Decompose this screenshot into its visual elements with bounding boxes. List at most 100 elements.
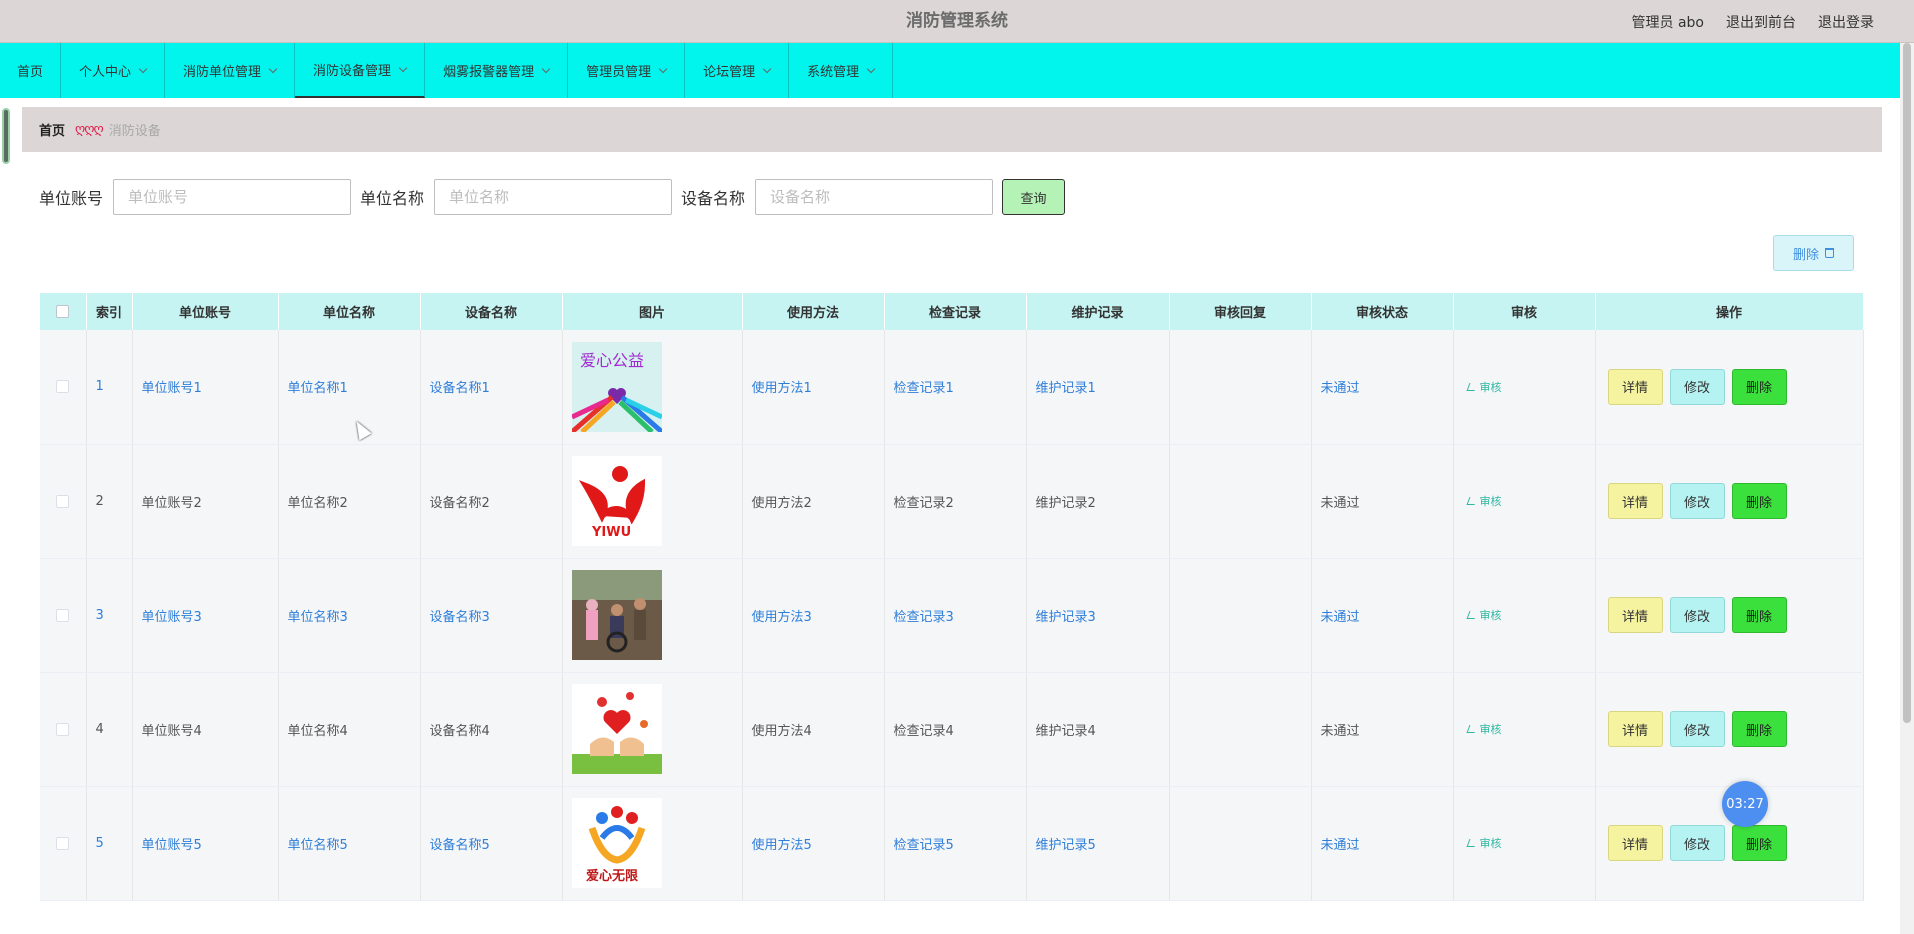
svg-text:YIWU: YIWU — [591, 525, 631, 540]
unit-search-input[interactable] — [434, 179, 673, 215]
query-button[interactable]: 查询 — [1002, 179, 1066, 215]
select-all-checkbox[interactable] — [56, 305, 70, 318]
audit-button[interactable]: 审核 — [1463, 721, 1502, 737]
nav-label: 论坛管理 — [703, 65, 756, 80]
cell-audit: 审核 — [1453, 672, 1596, 787]
chevron-down-icon — [268, 64, 278, 73]
cell-actions: 详情 修改 删除 — [1595, 558, 1864, 673]
cell-audit: 审核 — [1453, 330, 1596, 445]
cell-check: 检查记录4 — [884, 672, 1027, 787]
cell-status: 未通过 — [1311, 444, 1454, 559]
row-select-cell — [40, 330, 87, 445]
audit-button[interactable]: 审核 — [1463, 379, 1502, 395]
nav-item-device-management[interactable]: 消防设备管理 — [295, 43, 426, 98]
table-row[interactable]: 5 单位账号5 单位名称5 设备名称5 爱心无限 使用方法5 检查记录5 维护记录5 未通过 审核… — [40, 786, 1864, 901]
back-to-front-link[interactable]: 退出到前台 — [1726, 12, 1796, 32]
nav-label: 个人中心 — [79, 65, 132, 80]
cell-check: 检查记录1 — [884, 330, 1027, 445]
edit-pen-icon — [1466, 725, 1477, 733]
row-select-cell — [40, 672, 87, 787]
detail-button[interactable]: 详情 — [1607, 368, 1663, 405]
detail-button[interactable]: 详情 — [1607, 483, 1663, 519]
cell-index: 1 — [86, 330, 133, 445]
cell-account: 单位账号1 — [132, 330, 279, 445]
cell-unit: 单位名称4 — [278, 672, 421, 787]
cell-actions: 详情 修改 删除 — [1595, 330, 1864, 445]
nav-label: 首页 — [17, 65, 44, 80]
cell-check: 检查记录2 — [884, 444, 1027, 559]
table-row[interactable]: 1 单位账号1 单位名称1 设备名称1 爱心公益 使用方法1 检查记录1 维护记录1 未通过 审核… — [40, 330, 1864, 445]
cell-account: 单位账号2 — [132, 444, 279, 559]
cell-usage: 使用方法3 — [742, 558, 885, 673]
chevron-down-icon — [541, 64, 551, 73]
cell-status: 未通过 — [1311, 558, 1454, 673]
logout-link[interactable]: 退出登录 — [1818, 12, 1874, 32]
cell-status: 未通过 — [1311, 330, 1454, 445]
edit-button[interactable]: 修改 — [1669, 368, 1725, 405]
audit-button[interactable]: 审核 — [1463, 607, 1502, 623]
select-all-cell — [40, 293, 87, 330]
cell-account: 单位账号4 — [132, 672, 279, 787]
device-search-input[interactable] — [755, 179, 994, 215]
cell-index: 4 — [86, 672, 133, 787]
cell-maintain: 维护记录2 — [1026, 444, 1170, 559]
scrollbar-thumb[interactable] — [1903, 43, 1911, 723]
delete-button[interactable]: 删除 — [1731, 368, 1787, 405]
column-header: 检查记录 — [884, 293, 1027, 330]
audit-label: 审核 — [1479, 380, 1502, 394]
delete-button[interactable]: 删除 — [1731, 825, 1787, 861]
cell-index: 2 — [86, 444, 133, 559]
chevron-down-icon — [138, 64, 148, 73]
nav-item-admin-management[interactable]: 管理员管理 — [568, 43, 686, 98]
nav-item-forum-management[interactable]: 论坛管理 — [685, 43, 790, 98]
row-checkbox[interactable] — [56, 608, 70, 622]
row-checkbox[interactable] — [56, 494, 70, 508]
cell-device: 设备名称2 — [420, 444, 563, 559]
edit-button[interactable]: 修改 — [1669, 597, 1725, 633]
page-scrollbar[interactable] — [1900, 43, 1914, 934]
column-header: 图片 — [562, 293, 743, 330]
batch-delete-button[interactable]: 删除 — [1773, 235, 1854, 271]
side-scroll-handle[interactable] — [2, 108, 10, 164]
nav-label: 管理员管理 — [586, 65, 652, 80]
nav-item-unit-management[interactable]: 消防单位管理 — [165, 43, 296, 98]
column-header: 审核回复 — [1169, 293, 1312, 330]
nav-item-smoke-alarm-management[interactable]: 烟雾报警器管理 — [425, 43, 569, 98]
nav-item-home[interactable]: 首页 — [0, 43, 62, 98]
row-checkbox[interactable] — [56, 722, 70, 736]
delete-button[interactable]: 删除 — [1731, 711, 1787, 747]
column-header: 使用方法 — [742, 293, 885, 330]
cell-usage: 使用方法5 — [742, 786, 885, 901]
audit-button[interactable]: 审核 — [1463, 835, 1502, 851]
account-search-input[interactable] — [113, 179, 352, 215]
breadcrumb-home[interactable]: 首页 — [39, 120, 65, 139]
delete-button[interactable]: 删除 — [1731, 483, 1787, 519]
edit-button[interactable]: 修改 — [1669, 825, 1725, 861]
column-header: 审核 — [1453, 293, 1596, 330]
edit-button[interactable]: 修改 — [1669, 483, 1725, 519]
table-row[interactable]: 3 单位账号3 单位名称3 设备名称3 使用方法3 检查记录3 维护记录3 未通过 审核 详情 修改… — [40, 558, 1864, 673]
device-image: YIWU — [571, 456, 742, 546]
cell-actions: 详情 修改 删除 — [1595, 672, 1864, 787]
edit-button[interactable]: 修改 — [1669, 711, 1725, 747]
detail-button[interactable]: 详情 — [1607, 825, 1663, 861]
audit-button[interactable]: 审核 — [1463, 493, 1502, 509]
detail-button[interactable]: 详情 — [1607, 597, 1663, 633]
row-checkbox[interactable] — [56, 380, 70, 394]
nav-item-personal[interactable]: 个人中心 — [61, 43, 166, 98]
table-row[interactable]: 2 单位账号2 单位名称2 设备名称2 YIWU 使用方法2 检查记录2 维护记录2 未通过 审核… — [40, 444, 1864, 559]
cell-image: 爱心无限 — [562, 786, 743, 901]
cell-actions: 详情 修改 删除 — [1595, 444, 1864, 559]
delete-button[interactable]: 删除 — [1731, 597, 1787, 633]
device-table: 索引 单位账号 单位名称 设备名称 图片 使用方法 检查记录 维护记录 审核回复… — [40, 293, 1864, 901]
cell-image: 爱心公益 — [562, 330, 743, 445]
row-checkbox[interactable] — [56, 836, 70, 850]
detail-button[interactable]: 详情 — [1607, 711, 1663, 747]
cell-maintain: 维护记录1 — [1026, 330, 1170, 445]
cell-maintain: 维护记录5 — [1026, 786, 1170, 901]
cell-maintain: 维护记录3 — [1026, 558, 1170, 673]
device-image: 爱心公益 — [571, 341, 742, 432]
table-row[interactable]: 4 单位账号4 单位名称4 设备名称4 使用方法4 检查记录4 维护记录4 未通过 审核 详情 修改… — [40, 672, 1864, 787]
nav-item-system-management[interactable]: 系统管理 — [789, 43, 894, 98]
cell-maintain: 维护记录4 — [1026, 672, 1170, 787]
